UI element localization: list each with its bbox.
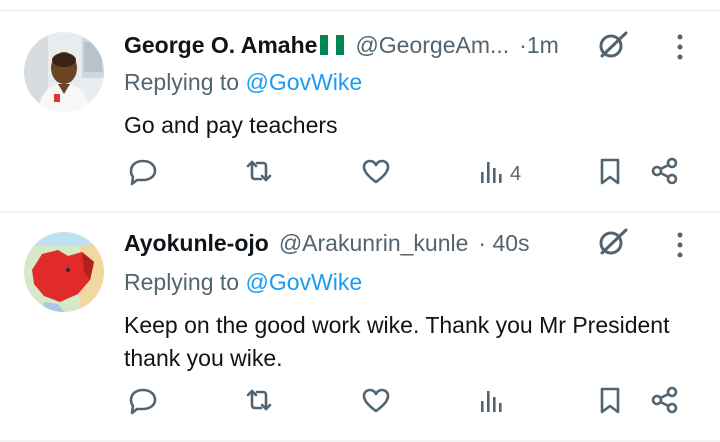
retweet-button[interactable] [244, 387, 274, 419]
display-name[interactable]: George O. Amahe [124, 32, 317, 59]
views-count: 4 [510, 162, 522, 185]
tweet-header: Ayokunle-ojo @Arakunrin_kunle · 40s [124, 225, 530, 261]
reply-icon [128, 156, 158, 192]
like-icon [361, 156, 391, 192]
tweet[interactable]: Ayokunle-ojo @Arakunrin_kunle · 40s Repl… [0, 213, 720, 442]
mention-link[interactable]: @GovWike [245, 69, 362, 95]
like-icon [361, 385, 391, 421]
share-button[interactable] [650, 156, 680, 192]
replying-prefix: Replying to [124, 269, 246, 295]
display-name[interactable]: Ayokunle-ojo [124, 230, 269, 257]
mention-link[interactable]: @GovWike [245, 269, 362, 295]
retweet-icon [244, 385, 274, 421]
grok-icon[interactable] [596, 28, 630, 62]
avatar[interactable] [24, 232, 104, 312]
timestamp[interactable]: ·1m [519, 32, 559, 59]
bookmark-icon [595, 385, 625, 421]
views-button[interactable]: 4 [478, 158, 521, 190]
retweet-icon [244, 156, 274, 192]
share-icon [650, 385, 680, 421]
grok-icon[interactable] [596, 225, 630, 259]
user-handle[interactable]: @Arakunrin_kunle [279, 230, 469, 257]
views-button[interactable] [478, 387, 510, 419]
timestamp[interactable]: · 40s [478, 230, 529, 257]
reply-button[interactable] [128, 158, 158, 190]
reply-button[interactable] [128, 387, 158, 419]
tweet-text: Keep on the good work wike. Thank you Mr… [124, 312, 670, 371]
more-icon[interactable] [670, 230, 690, 260]
share-icon [650, 156, 680, 192]
action-bar [0, 383, 720, 423]
more-icon[interactable] [670, 32, 690, 62]
replying-prefix: Replying to [124, 69, 246, 95]
action-bar: 4 [0, 154, 720, 194]
like-button[interactable] [361, 387, 391, 419]
tweet[interactable]: George O. Amahe @GeorgeAm... ·1m Replyin… [0, 11, 720, 213]
replying-to: Replying to @GovWike [124, 69, 362, 96]
reply-icon [128, 385, 158, 421]
views-icon [478, 385, 508, 421]
tweet-header: George O. Amahe @GeorgeAm... ·1m [124, 27, 559, 63]
share-button[interactable] [650, 385, 680, 421]
bookmark-icon [595, 156, 625, 192]
retweet-button[interactable] [244, 158, 274, 190]
nigeria-flag-icon [319, 33, 345, 57]
user-handle[interactable]: @GeorgeAm... [355, 32, 509, 59]
views-icon [478, 156, 508, 192]
bookmark-button[interactable] [595, 387, 625, 419]
like-button[interactable] [361, 158, 391, 190]
tweet-text: Go and pay teachers [124, 112, 338, 138]
avatar[interactable] [24, 32, 104, 112]
bookmark-button[interactable] [595, 158, 625, 190]
previous-tweet-edge [0, 0, 720, 11]
replying-to: Replying to @GovWike [124, 269, 362, 296]
